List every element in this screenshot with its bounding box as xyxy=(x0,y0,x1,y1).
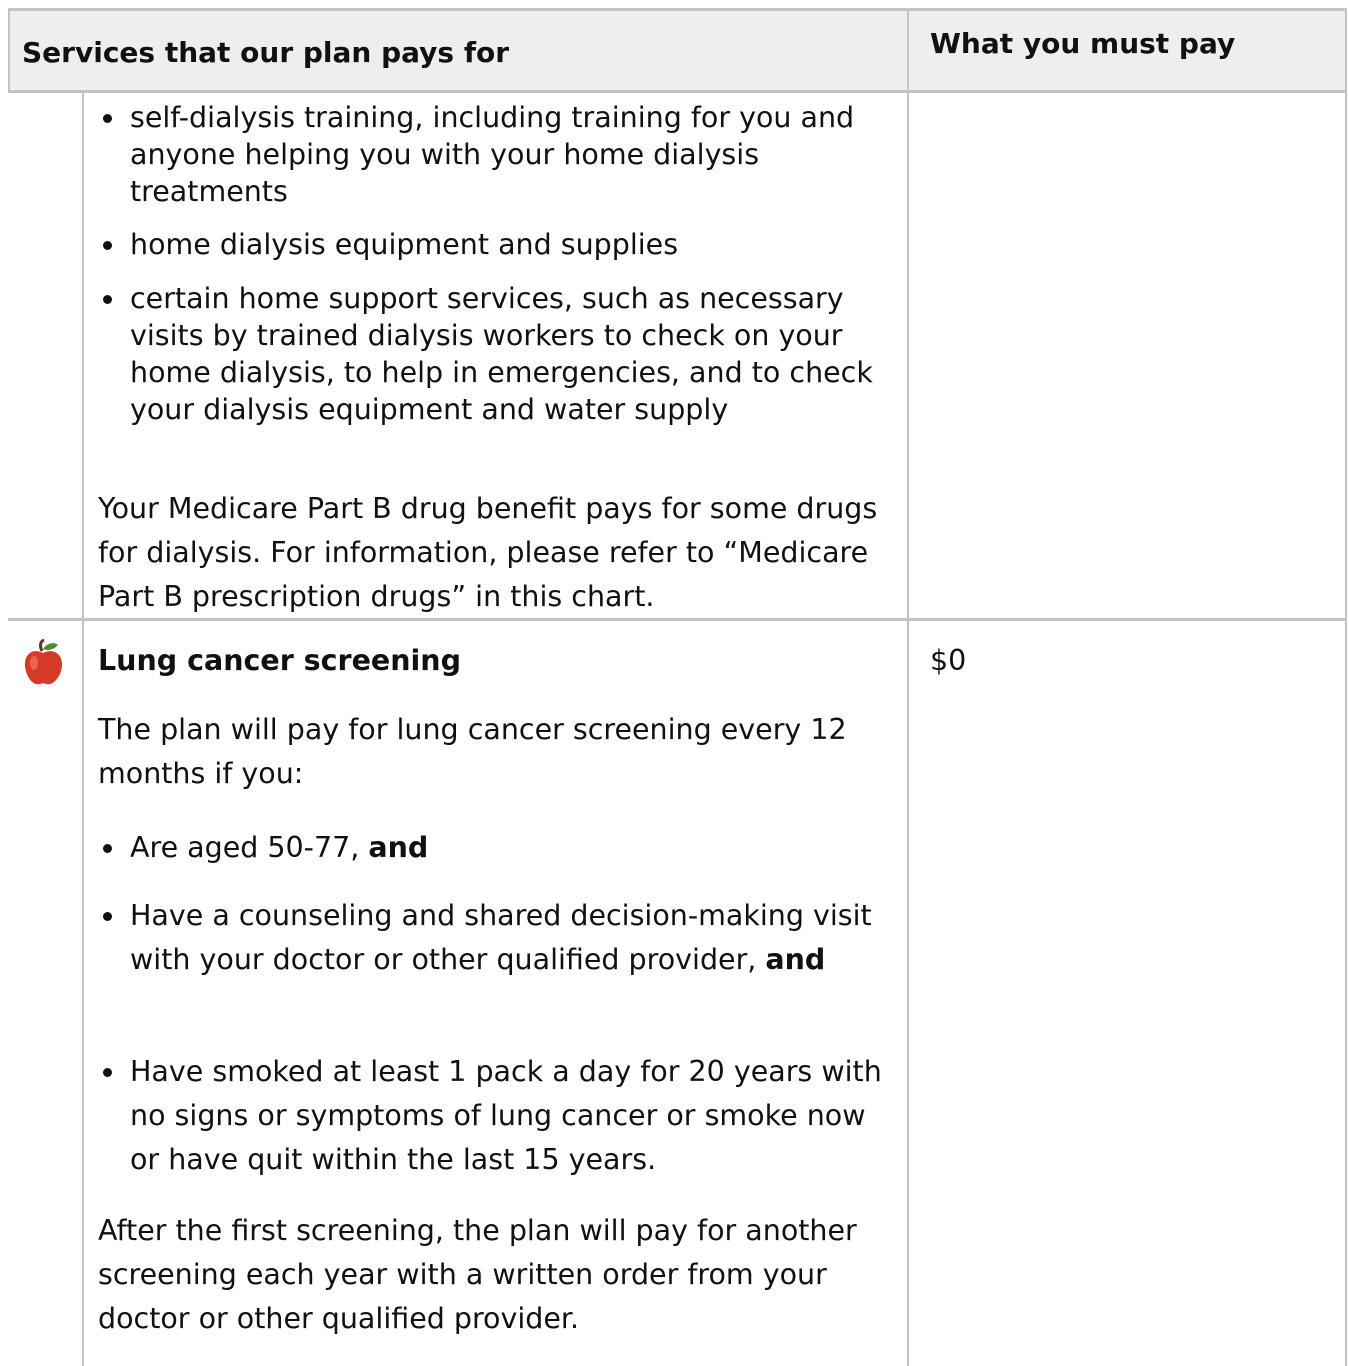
bullet-dot xyxy=(103,1068,112,1077)
lung-cancer-followup: After the first screening, the plan will… xyxy=(98,1214,857,1335)
icon-column-divider xyxy=(82,90,84,1366)
list-item: certain home support services, such as n… xyxy=(98,280,890,428)
bullet-dot xyxy=(103,241,112,250)
list-item: Have a counseling and shared decision-ma… xyxy=(98,894,890,982)
lung-cancer-title: Lung cancer screening xyxy=(98,644,461,677)
apple-icon xyxy=(24,639,63,685)
list-item: Are aged 50-77, and xyxy=(98,826,890,870)
table-border-top xyxy=(8,8,1347,11)
bullet-dot xyxy=(103,114,112,123)
lung-cancer-intro: The plan will pay for lung cancer screen… xyxy=(98,713,847,790)
table-border-left xyxy=(8,8,10,92)
benefits-table: Services that our plan pays for What you… xyxy=(8,8,1347,1366)
list-item: home dialysis equipment and supplies xyxy=(98,226,890,263)
header-what-you-pay: What you must pay xyxy=(930,27,1236,60)
list-item: Have smoked at least 1 pack a day for 20… xyxy=(98,1050,890,1182)
bullet-dot xyxy=(103,844,112,853)
table-border-right xyxy=(1345,8,1347,1366)
dialysis-drug-note: Your Medicare Part B drug benefit pays f… xyxy=(98,492,878,613)
column-divider xyxy=(907,8,909,1366)
header-divider xyxy=(8,90,1347,93)
list-item: self-dialysis training, including traini… xyxy=(98,99,890,210)
lung-cancer-cost: $0 xyxy=(930,644,967,677)
header-services: Services that our plan pays for xyxy=(22,36,510,69)
bullet-dot xyxy=(103,912,112,921)
bullet-dot xyxy=(103,295,112,304)
